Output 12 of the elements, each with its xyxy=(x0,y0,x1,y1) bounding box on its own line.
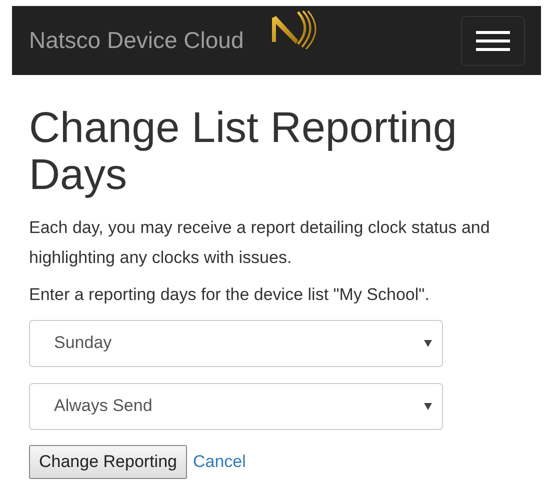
brand-name[interactable]: Natsco Device Cloud xyxy=(29,27,244,54)
page-title: Change List Reporting Days xyxy=(29,105,458,200)
dropdown[interactable]: Sunday xyxy=(29,320,443,367)
intro-text: Each day, you may receive a report detailing clock status and highlighting any clocks with issues. xyxy=(29,216,491,269)
change-reporting-button[interactable]: Change Reporting xyxy=(29,444,187,479)
dropdown[interactable]: Always Send xyxy=(29,382,443,430)
caret-icon xyxy=(424,402,432,410)
menu-button[interactable] xyxy=(461,16,525,66)
cancel-link[interactable]: Cancel xyxy=(192,452,246,472)
prompt-text: Enter a reporting days for the device list "My School". xyxy=(29,284,430,306)
menu-icon xyxy=(476,30,510,52)
caret-icon xyxy=(424,340,432,347)
